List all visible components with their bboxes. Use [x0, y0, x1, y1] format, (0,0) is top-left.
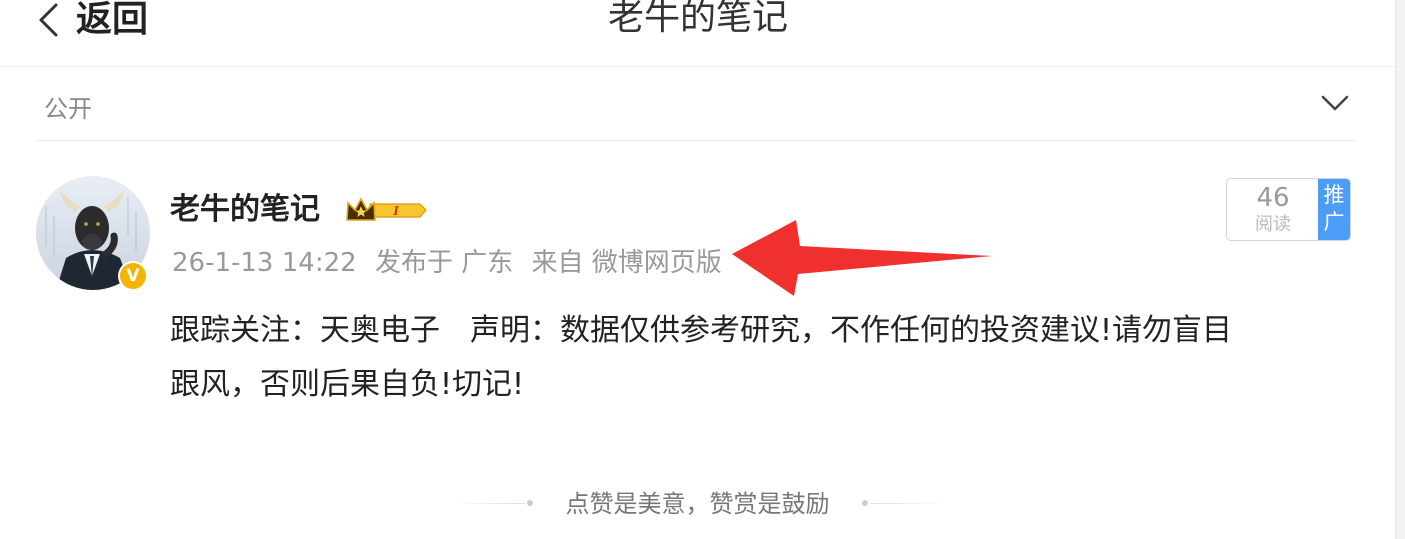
post-meta: 26-1-13 14:22 发布于 广东 来自 微博网页版	[172, 245, 732, 281]
red-annotation-arrow-icon	[732, 220, 992, 296]
chevron-down-icon	[1321, 95, 1349, 111]
post-text-line-2: 跟风，否则后果自负!切记!	[170, 367, 525, 402]
post-body: 跟踪关注：天奥电子 声明：数据仅供参考研究，不作任何的投资建议!请勿盲目 跟风，…	[170, 304, 1340, 412]
promote-label-1: 推	[1323, 183, 1345, 207]
post-time: 26-1-13 14:22	[172, 248, 357, 278]
page-title: 老牛的笔记	[607, 0, 788, 38]
post-text-line-1: 跟踪关注：天奥电子 声明：数据仅供参考研究，不作任何的投资建议!请勿盲目	[170, 313, 1233, 348]
read-count: 46	[1256, 183, 1290, 213]
divider-dot-right	[862, 500, 868, 506]
post-location: 发布于 广东	[374, 248, 514, 278]
promote-label-2: 广	[1323, 210, 1345, 234]
visibility-label: 公开	[44, 95, 92, 123]
weibo-post-page: 返回 老牛的笔记 公开 V 老牛的笔记 I 26-1-13 14:22 发布于 …	[0, 0, 1405, 539]
promote-button[interactable]: 推 广	[1318, 179, 1350, 240]
top-bar: 返回 老牛的笔记	[0, 0, 1396, 67]
author-name[interactable]: 老牛的笔记	[170, 190, 320, 230]
post-source: 来自 微博网页版	[531, 248, 722, 278]
visibility-selector[interactable]: 公开	[36, 67, 1356, 141]
member-level-text: I	[392, 204, 399, 219]
crown-member-icon[interactable]: I	[344, 195, 428, 225]
reward-tip-text: 点赞是美意，赞赏是鼓励	[565, 490, 830, 518]
scrollbar[interactable]	[1395, 0, 1405, 539]
verified-v-icon: V	[118, 261, 148, 291]
reward-tip: 点赞是美意，赞赏是鼓励	[450, 486, 945, 522]
divider-right	[870, 503, 945, 504]
read-label: 阅读	[1255, 214, 1291, 235]
read-count-box[interactable]: 46 阅读 推 广	[1226, 178, 1351, 241]
